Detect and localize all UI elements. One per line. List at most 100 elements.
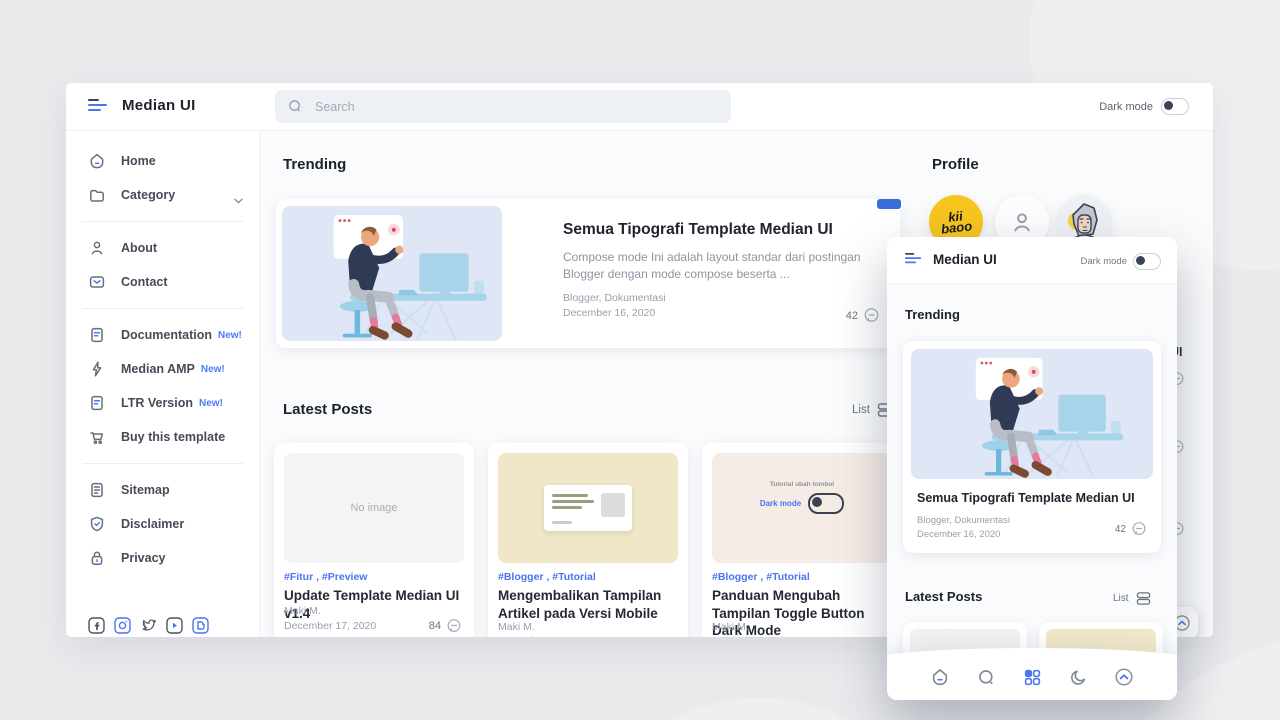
post-date: December 17, 2020 — [498, 635, 590, 637]
dark-mode-control: Dark mode — [1099, 98, 1189, 115]
sidebar-item-category[interactable]: Category — [66, 178, 259, 212]
mobile-view-toggle[interactable]: List — [1113, 591, 1151, 606]
trending-heading: Trending — [283, 156, 346, 173]
post-date: December 17, 2020 — [712, 635, 804, 637]
toggle-knob — [1164, 101, 1173, 110]
shield-check-icon — [88, 515, 106, 533]
sidebar-item-documentation[interactable]: Documentation New! — [66, 318, 259, 352]
sidebar-item-privacy[interactable]: Privacy — [66, 541, 259, 575]
comment-count[interactable]: 42 — [1115, 521, 1147, 537]
trending-post-meta: Blogger, Dokumentasi December 16, 2020 — [563, 291, 666, 321]
comment-count-value: 42 — [846, 310, 858, 322]
sidebar-item-contact[interactable]: Contact — [66, 265, 259, 299]
nav-home-icon[interactable] — [929, 666, 951, 688]
youtube-icon[interactable] — [166, 617, 183, 634]
app-logo[interactable]: Median UI — [122, 97, 196, 114]
sidebar-item-buy-template[interactable]: Buy this template — [66, 420, 259, 454]
mobile-trending-post-image — [911, 349, 1153, 479]
sidebar-item-home[interactable]: Home — [66, 144, 259, 178]
trending-post-card[interactable]: Semua Tipografi Template Median UI Compo… — [276, 199, 900, 348]
social-links — [88, 617, 209, 634]
mobile-bottom-nav — [887, 648, 1177, 700]
facebook-icon[interactable] — [88, 617, 105, 634]
new-badge: New! — [201, 364, 225, 375]
sidebar-item-ltr-version[interactable]: LTR Version New! — [66, 386, 259, 420]
new-badge: New! — [218, 330, 242, 341]
mobile-trending-post-meta: Blogger, Dokumentasi December 16, 2020 — [917, 514, 1010, 542]
sidebar-item-sitemap[interactable]: Sitemap — [66, 473, 259, 507]
sidebar-item-median-amp[interactable]: Median AMP New! — [66, 352, 259, 386]
post-image: Tutorial ubah tombol Dark mode — [712, 453, 892, 563]
dark-mode-toggle[interactable] — [1161, 98, 1189, 115]
nav-scroll-up-icon[interactable] — [1113, 666, 1135, 688]
carousel-indicator[interactable] — [877, 199, 901, 209]
dark-mode-toggle[interactable] — [1133, 253, 1161, 270]
sidebar-item-disclaimer[interactable]: Disclaimer — [66, 507, 259, 541]
trending-post-title[interactable]: Semua Tipografi Template Median UI — [563, 221, 833, 239]
mobile-app-logo[interactable]: Median UI — [933, 252, 997, 267]
nav-search-icon[interactable] — [975, 666, 997, 688]
search-bar[interactable] — [275, 90, 731, 123]
search-icon — [288, 99, 303, 114]
mobile-trending-post-title[interactable]: Semua Tipografi Template Median UI — [917, 491, 1149, 505]
no-image-placeholder: No image — [284, 453, 464, 563]
sidebar: Home Category About Contact Documentatio… — [66, 130, 260, 637]
mobile-trending-post-card[interactable]: Semua Tipografi Template Median UI Blogg… — [903, 341, 1161, 553]
comment-icon — [1131, 521, 1147, 537]
comment-icon — [446, 618, 462, 634]
list-view-icon — [1136, 591, 1151, 606]
sidebar-item-label: Privacy — [121, 551, 165, 565]
post-author: Maki M. — [498, 621, 535, 633]
hamburger-menu-icon[interactable] — [88, 99, 108, 113]
comment-count[interactable]: 42 — [846, 307, 880, 324]
nav-moon-icon[interactable] — [1067, 666, 1089, 688]
mail-icon — [88, 273, 106, 291]
blogger-icon[interactable] — [192, 617, 209, 634]
sidebar-item-label: Category — [121, 188, 175, 202]
post-meta-row: December 17, 2020 84 — [284, 618, 462, 634]
latest-posts-heading: Latest Posts — [283, 401, 372, 418]
view-toggle-label: List — [1113, 593, 1129, 604]
twitter-icon[interactable] — [140, 617, 157, 634]
view-toggle-label: List — [852, 404, 870, 416]
post-tags[interactable]: #Blogger , #Tutorial — [712, 571, 810, 583]
post-card[interactable]: Tutorial ubah tombol Dark mode #Blogger … — [702, 443, 902, 637]
toggle-illustration: Dark mode — [712, 493, 892, 514]
cart-icon — [88, 428, 106, 446]
toggle-illustration-label: Dark mode — [760, 499, 801, 508]
comment-icon — [863, 307, 880, 324]
comment-count[interactable]: 84 — [429, 618, 462, 634]
app-header: Median UI Dark mode — [66, 83, 1213, 131]
trending-post-labels[interactable]: Blogger, Dokumentasi — [563, 291, 666, 306]
lock-icon — [88, 549, 106, 567]
post-date: December 17, 2020 — [284, 620, 376, 632]
image-caption: Tutorial ubah tombol — [712, 481, 892, 488]
avatar-logo-text: baoo — [941, 220, 973, 234]
sidebar-item-about[interactable]: About — [66, 231, 259, 265]
post-tags[interactable]: #Blogger , #Tutorial — [498, 571, 596, 583]
chevron-down-icon — [234, 191, 243, 209]
dark-mode-label: Dark mode — [1099, 101, 1153, 113]
post-card[interactable]: No image #Fitur , #Preview Update Templa… — [274, 443, 474, 637]
post-title[interactable]: Mengembalikan Tampilan Artikel pada Vers… — [498, 587, 680, 622]
hamburger-menu-icon[interactable] — [905, 253, 922, 265]
nav-grid-icon[interactable] — [1021, 666, 1043, 688]
workspace-illustration — [282, 206, 502, 341]
post-author: Maki M. — [284, 605, 321, 617]
mobile-post-labels[interactable]: Blogger, Dokumentasi — [917, 514, 1010, 528]
user-icon — [88, 239, 106, 257]
sidebar-divider — [82, 463, 243, 464]
search-input[interactable] — [313, 99, 697, 115]
mobile-preview-window: Median UI Dark mode Trending — [887, 237, 1177, 700]
post-meta-row: December 17, 2020 — [498, 635, 676, 637]
comment-count-value: 42 — [1115, 524, 1126, 535]
mobile-trending-heading: Trending — [905, 307, 960, 322]
mini-card-illustration — [544, 485, 632, 531]
decor-circle — [560, 698, 960, 720]
post-tags[interactable]: #Fitur , #Preview — [284, 571, 367, 583]
profile-heading: Profile — [932, 156, 979, 173]
sidebar-item-label: Documentation — [121, 328, 212, 342]
instagram-icon[interactable] — [114, 617, 131, 634]
post-card[interactable]: #Blogger , #Tutorial Mengembalikan Tampi… — [488, 443, 688, 637]
post-image: No image — [284, 453, 464, 563]
